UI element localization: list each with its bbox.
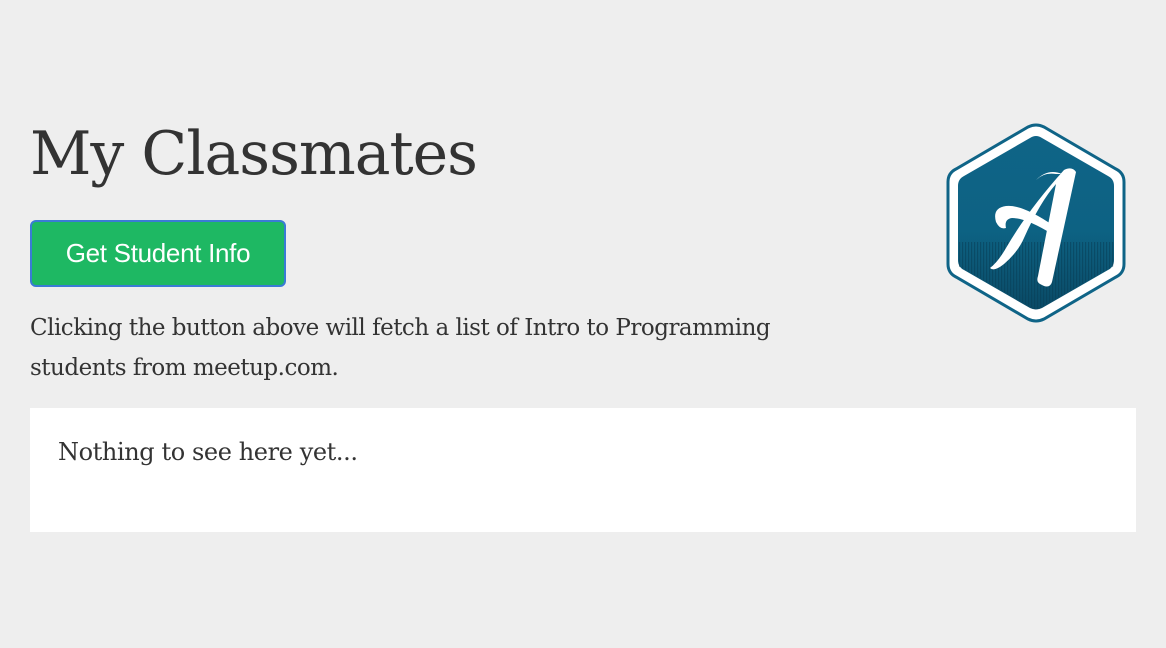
get-student-info-button[interactable]: Get Student Info	[30, 220, 286, 287]
hexagon-letter-a-logo-icon	[944, 122, 1128, 324]
description-text: Clicking the button above will fetch a l…	[30, 315, 771, 381]
page-title: My Classmates	[30, 119, 478, 189]
results-panel: Nothing to see here yet...	[30, 408, 1136, 532]
results-placeholder: Nothing to see here yet...	[58, 438, 358, 466]
